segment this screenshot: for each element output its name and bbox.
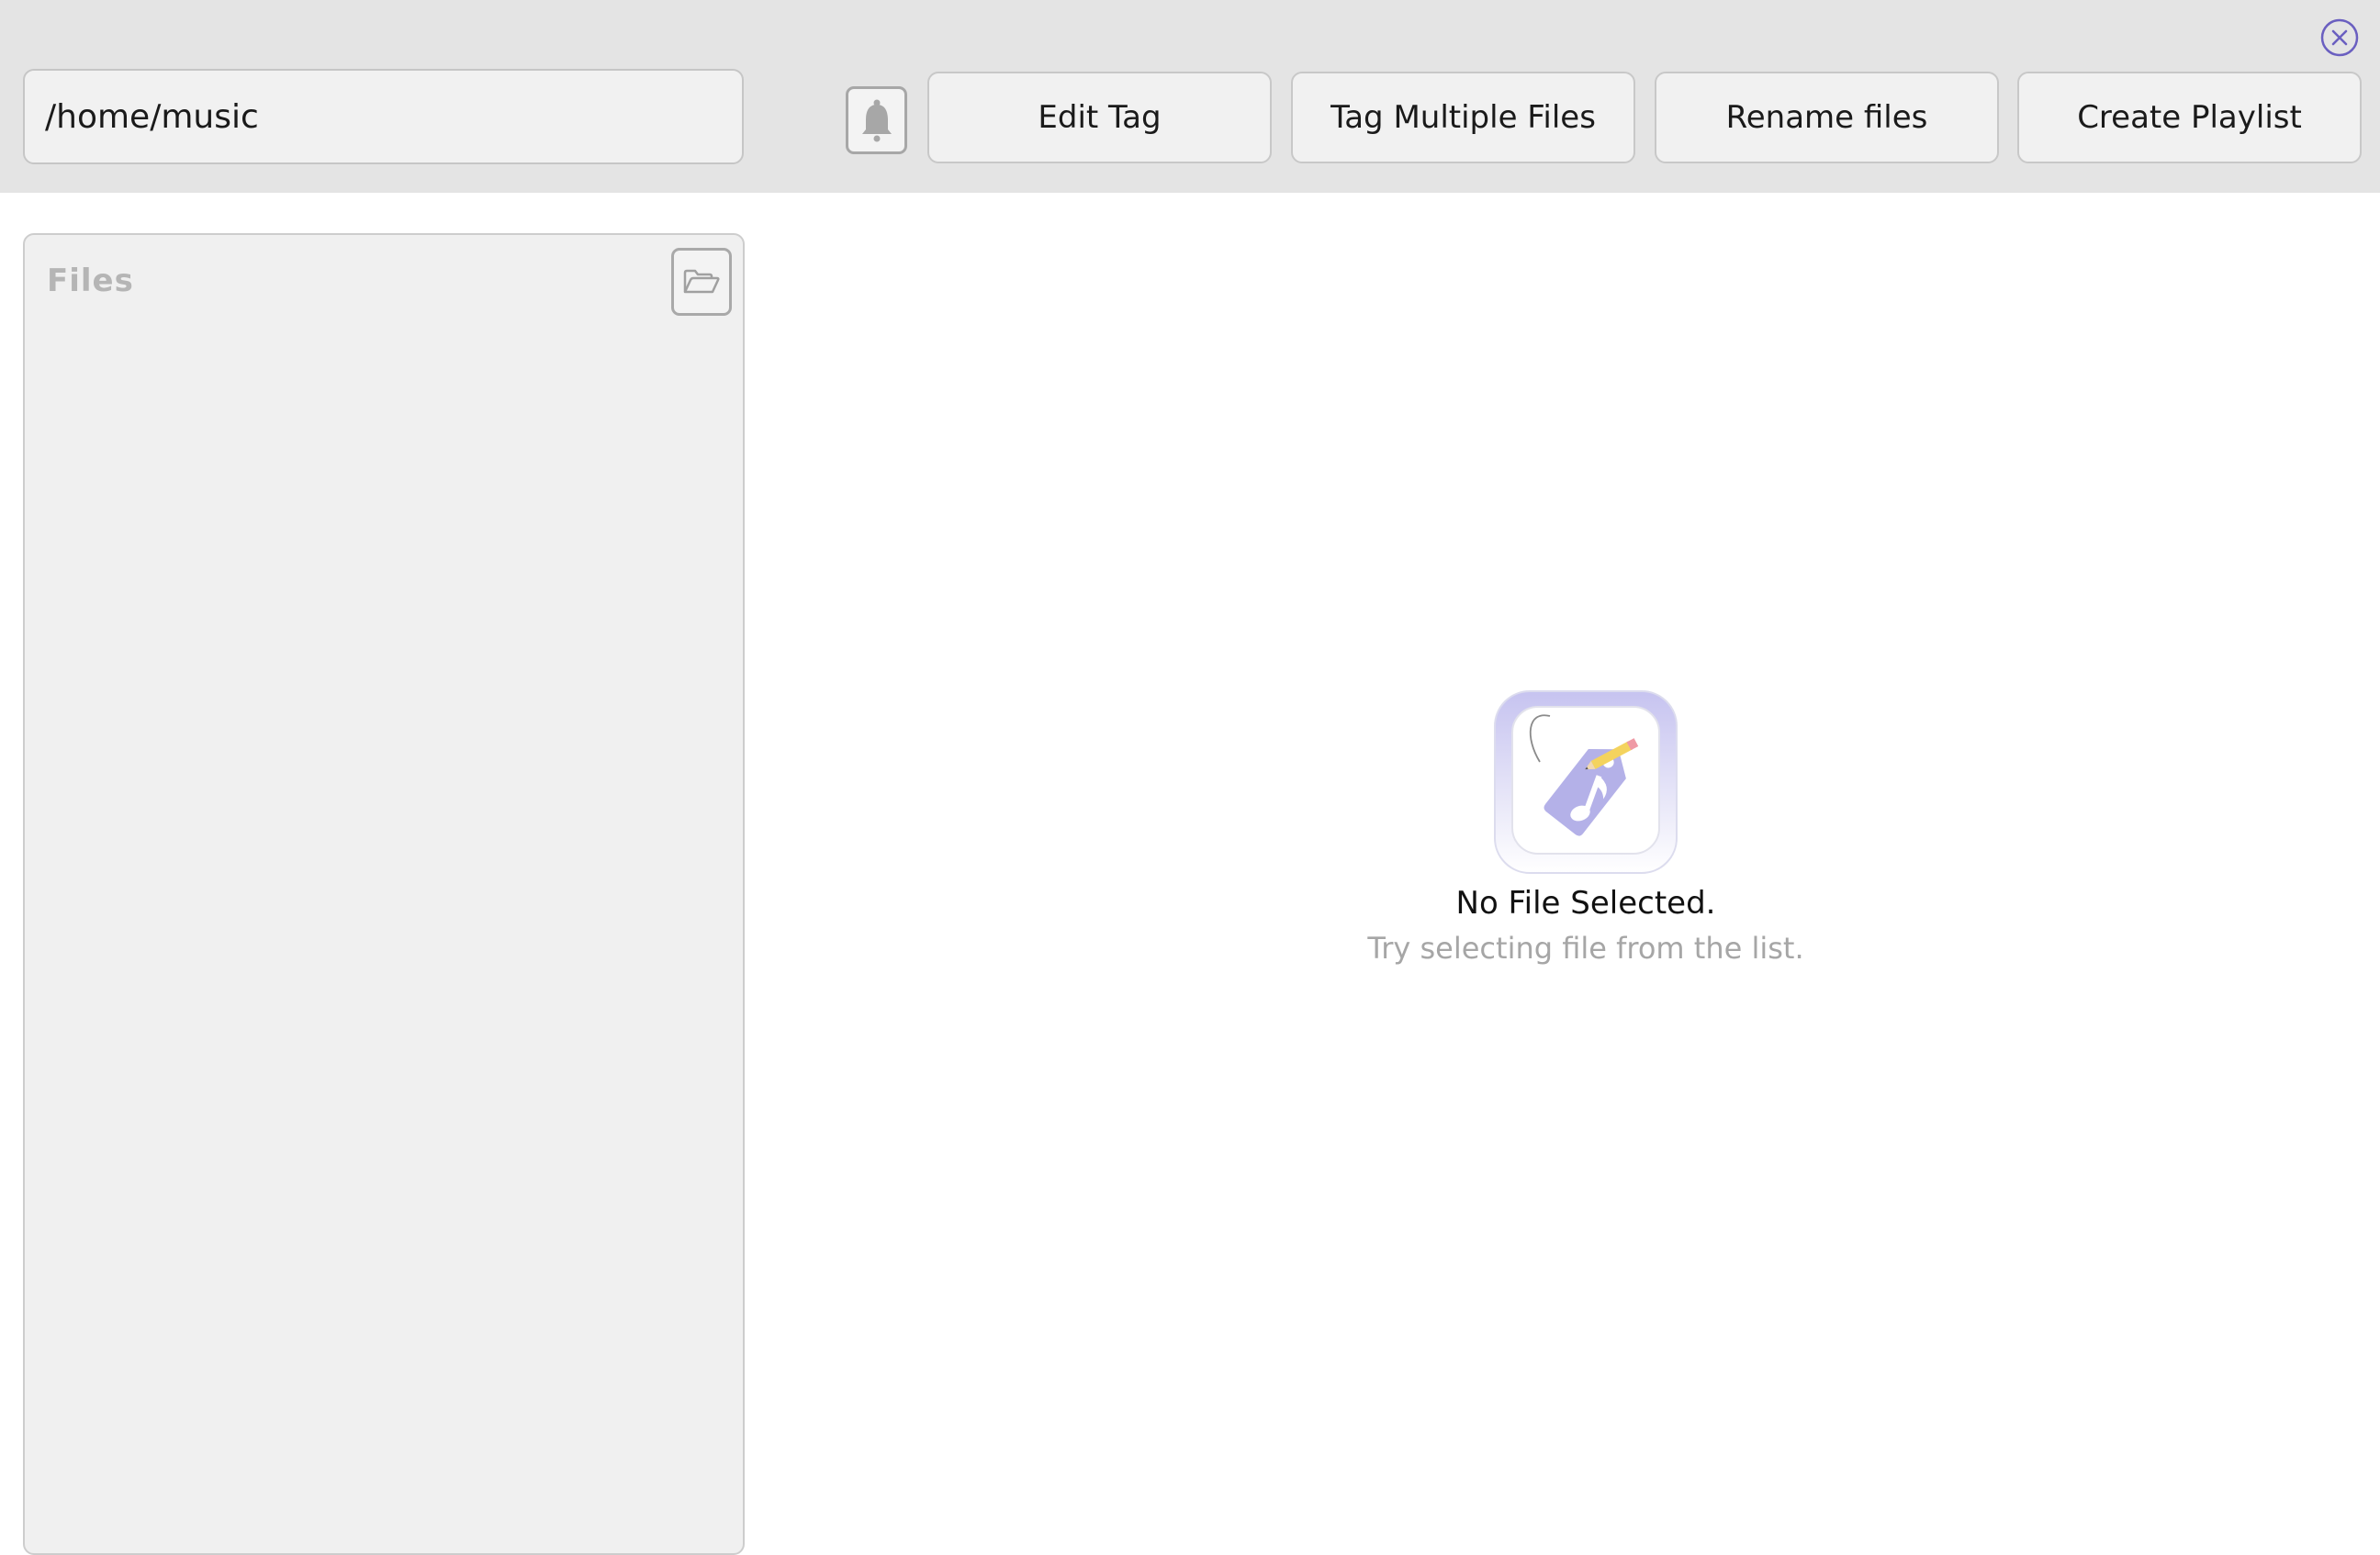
close-button[interactable] xyxy=(2319,17,2360,58)
toolbar: Edit Tag Tag Multiple Files Rename files… xyxy=(0,0,2380,193)
open-folder-button[interactable] xyxy=(671,248,732,316)
music-tag-app-icon xyxy=(1494,690,1678,874)
empty-state-title: No File Selected. xyxy=(1455,885,1716,922)
bell-icon xyxy=(861,99,892,142)
edit-tag-button[interactable]: Edit Tag xyxy=(927,72,1272,163)
notifications-button[interactable] xyxy=(846,86,907,154)
close-circle-icon xyxy=(2320,18,2359,57)
folder-open-icon xyxy=(683,269,720,294)
empty-state: No File Selected. Try selecting file fro… xyxy=(1120,679,2051,966)
create-playlist-button[interactable]: Create Playlist xyxy=(2017,72,2362,163)
files-panel: Files xyxy=(23,233,745,1555)
rename-files-button[interactable]: Rename files xyxy=(1655,72,1999,163)
tag-multiple-files-button[interactable]: Tag Multiple Files xyxy=(1291,72,1635,163)
empty-state-subtitle: Try selecting file from the list. xyxy=(1367,931,1804,966)
path-input[interactable] xyxy=(23,69,744,164)
files-panel-title: Files xyxy=(47,263,134,299)
